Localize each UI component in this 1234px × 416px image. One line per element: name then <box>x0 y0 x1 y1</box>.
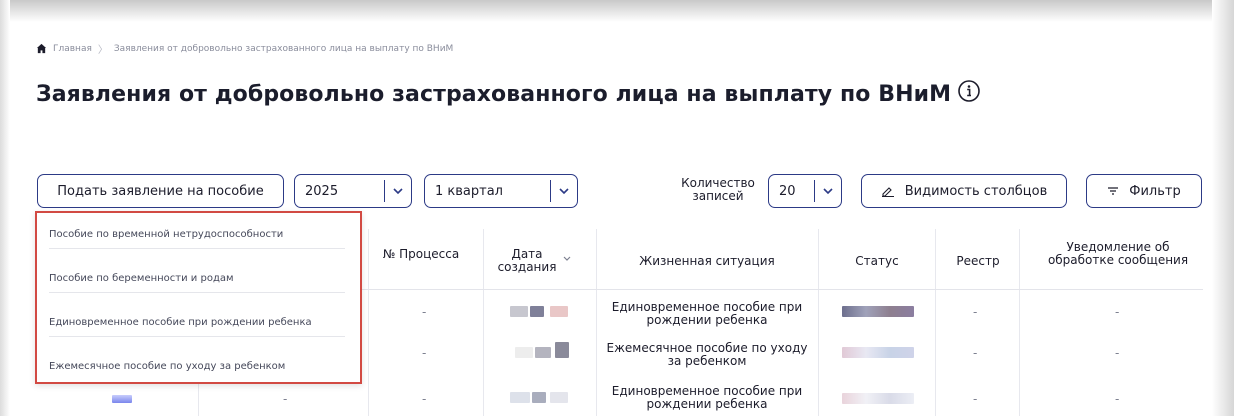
redacted-date <box>550 392 568 403</box>
page-title: Заявления от добровольно застрахованного… <box>36 82 952 107</box>
window-right-edge <box>1212 0 1234 416</box>
cell-notice: - <box>1115 346 1120 360</box>
year-value: 2025 <box>305 183 339 199</box>
cell-situation: Ежемесячное пособие по уходу за ребенком <box>606 341 808 368</box>
redacted-date <box>550 306 568 317</box>
redacted-number <box>112 395 132 403</box>
table-column-divider <box>483 229 484 416</box>
redacted-date <box>510 306 528 317</box>
breadcrumb-current: Заявления от добровольно застрахованного… <box>113 43 454 54</box>
table-column-divider <box>596 229 597 416</box>
redacted-date <box>555 342 569 358</box>
breadcrumb-home[interactable]: Главная <box>53 44 92 54</box>
table-column-divider <box>935 229 936 416</box>
dropdown-item-pregnancy[interactable]: Пособие по беременности и родам <box>49 265 345 293</box>
column-header-created[interactable]: Дата создания <box>494 248 560 274</box>
records-count-value: 20 <box>779 183 796 199</box>
dropdown-item-temporary-disability[interactable]: Пособие по временной нетрудоспособности <box>49 221 345 249</box>
window-top-edge <box>0 0 1234 22</box>
cell-notice: - <box>1115 392 1120 406</box>
redacted-date <box>510 392 530 403</box>
cell-process: - <box>422 392 427 406</box>
home-icon[interactable] <box>36 43 47 54</box>
filter-icon <box>1108 187 1119 195</box>
filter-label: Фильтр <box>1129 183 1181 199</box>
cell-notice: - <box>1115 305 1120 319</box>
year-select[interactable]: 2025 <box>294 174 412 208</box>
table-column-divider <box>1019 229 1020 416</box>
redacted-date <box>532 392 546 403</box>
redacted-date <box>515 347 533 358</box>
table-column-divider <box>368 229 369 416</box>
redacted-date <box>530 306 544 317</box>
cell-process: - <box>422 346 427 360</box>
benefit-type-dropdown: Пособие по временной нетрудоспособности … <box>35 211 362 384</box>
cell-registry: - <box>973 305 978 319</box>
redacted-status <box>842 347 914 358</box>
cell-situation: Единовременное пособие при рождении ребе… <box>611 300 803 327</box>
column-header-process[interactable]: № Процесса <box>378 248 464 261</box>
chevron-down-icon[interactable] <box>385 187 411 195</box>
redacted-status <box>842 393 914 404</box>
quarter-select[interactable]: 1 квартал <box>424 174 578 208</box>
cell-registry: - <box>973 392 978 406</box>
cell-process: - <box>283 392 288 406</box>
column-header-notice[interactable]: Уведомление об обработке сообщения <box>1040 241 1196 267</box>
filter-button[interactable]: Фильтр <box>1086 174 1202 208</box>
column-header-registry[interactable]: Реестр <box>938 255 1018 268</box>
dropdown-item-childcare-monthly[interactable]: Ежемесячное пособие по уходу за ребенком <box>49 353 345 380</box>
cell-process: - <box>422 305 427 319</box>
breadcrumb: Главная 〉 Заявления от добровольно застр… <box>36 41 453 56</box>
column-header-status[interactable]: Статус <box>822 255 932 268</box>
column-visibility-label: Видимость столбцов <box>904 183 1048 199</box>
records-count-select[interactable]: 20 <box>768 174 842 208</box>
redacted-date <box>535 347 551 358</box>
chevron-down-icon[interactable] <box>551 187 577 195</box>
column-header-situation[interactable]: Жизненная ситуация <box>600 255 814 268</box>
submit-application-button[interactable]: Подать заявление на пособие <box>37 174 284 208</box>
chevron-down-icon[interactable] <box>815 187 841 195</box>
table-column-divider <box>818 229 819 416</box>
records-count-label: Количество записей <box>681 176 755 203</box>
dropdown-item-birth-lump-sum[interactable]: Единовременное пособие при рождении ребе… <box>49 309 345 337</box>
quarter-value: 1 квартал <box>435 183 503 199</box>
chevron-right-icon: 〉 <box>97 45 108 56</box>
cell-registry: - <box>973 346 978 360</box>
submit-application-label: Подать заявление на пособие <box>57 183 264 199</box>
column-visibility-button[interactable]: Видимость столбцов <box>861 174 1067 208</box>
cell-situation: Единовременное пособие при рождении ребе… <box>611 384 803 411</box>
pencil-icon <box>881 187 894 197</box>
redacted-status <box>842 306 914 317</box>
info-icon[interactable] <box>957 79 981 103</box>
window-left-edge <box>0 0 10 416</box>
sort-chevron-icon[interactable] <box>563 256 571 262</box>
